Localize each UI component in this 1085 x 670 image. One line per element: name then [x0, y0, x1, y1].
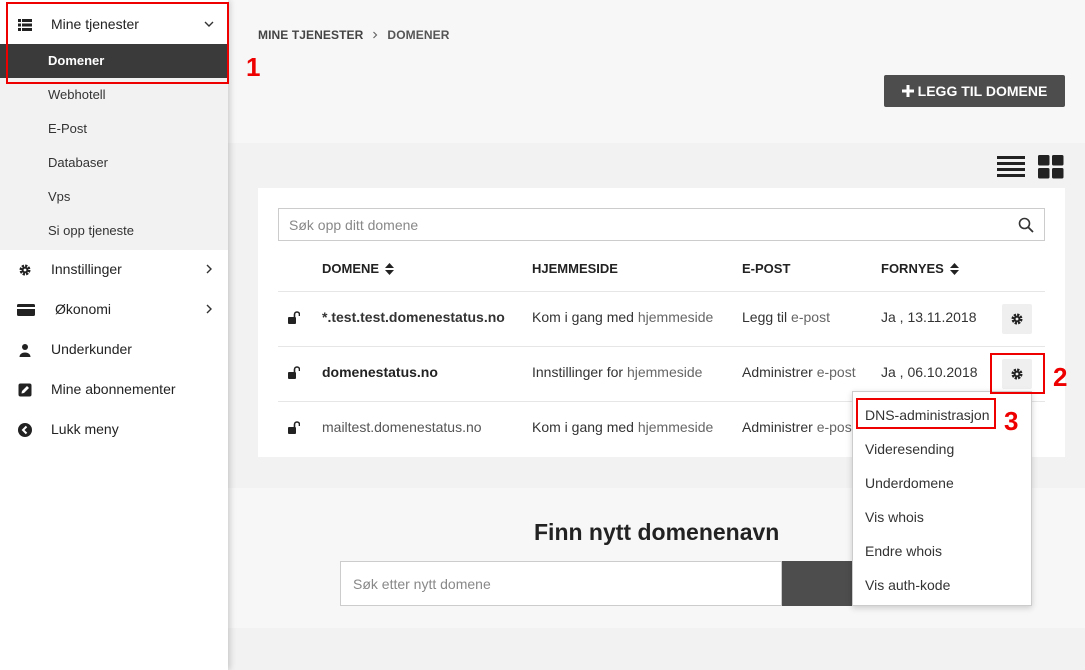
breadcrumb-root[interactable]: MINE TJENESTER — [258, 28, 363, 42]
header-area: MINE TJENESTER DOMENER LEGG TIL DOMENE — [228, 0, 1085, 143]
table-row: *.test.test.domenestatus.no Kom i gang m… — [278, 291, 1045, 346]
annotation-number-3: 3 — [1004, 406, 1019, 436]
dropdown-item-videresending[interactable]: Videresending — [865, 441, 954, 457]
domain-search-input[interactable]: Søk opp ditt domene — [278, 208, 1045, 241]
email-cell[interactable]: Administrer e-pos — [742, 419, 852, 435]
header-fornyes[interactable]: FORNYES — [881, 261, 959, 276]
annotation-number-1: 1 — [246, 52, 261, 82]
sidebar: Mine tjenester Domener Webhotell E-Post … — [0, 0, 228, 670]
homepage-cell[interactable]: Kom i gang med hjemmeside — [532, 309, 713, 325]
renew-cell: Ja , 13.11.2018 — [881, 309, 977, 325]
annotation-number-2: 2 — [1053, 362, 1068, 392]
menu-underkunder[interactable]: Underkunder — [0, 329, 228, 369]
email-cell[interactable]: Legg til e-post — [742, 309, 830, 325]
add-domain-button[interactable]: LEGG TIL DOMENE — [884, 75, 1065, 107]
chevron-right-icon — [373, 31, 378, 39]
header-domene[interactable]: DOMENE — [322, 261, 395, 276]
renew-cell: Ja , 06.10.2018 — [881, 364, 978, 380]
chevron-circle-left-icon — [18, 423, 32, 437]
domain-name[interactable]: *.test.test.domenestatus.no — [322, 309, 505, 325]
sort-icon — [385, 262, 395, 275]
breadcrumb-current: DOMENER — [387, 28, 450, 42]
homepage-cell[interactable]: Innstillinger for hjemmeside — [532, 364, 702, 380]
plus-icon — [901, 85, 914, 97]
menu-okonomi[interactable]: Økonomi — [0, 289, 228, 329]
annotation-box-3 — [856, 398, 996, 429]
annotation-box-2 — [990, 353, 1045, 394]
edit-icon — [18, 383, 32, 397]
chevron-right-icon — [206, 264, 212, 274]
unlock-icon — [288, 311, 300, 324]
grid-view-icon[interactable] — [1038, 155, 1064, 179]
dropdown-item-underdomene[interactable]: Underdomene — [865, 475, 954, 491]
unlock-icon — [288, 366, 300, 379]
domain-name[interactable]: mailtest.domenestatus.no — [322, 419, 482, 435]
sort-icon — [949, 262, 959, 275]
credit-card-icon — [17, 304, 35, 316]
unlock-icon — [288, 421, 300, 434]
find-domain-input[interactable]: Søk etter nytt domene — [340, 561, 782, 606]
breadcrumb: MINE TJENESTER DOMENER — [258, 28, 449, 42]
dropdown-item-vis-whois[interactable]: Vis whois — [865, 509, 924, 525]
find-domain-title: Finn nytt domenenavn — [534, 519, 780, 545]
sidebar-item-epost[interactable]: E-Post — [0, 112, 228, 146]
menu-innstillinger[interactable]: Innstillinger — [0, 249, 228, 289]
menu-abonnementer[interactable]: Mine abonnementer — [0, 369, 228, 409]
dropdown-item-auth-kode[interactable]: Vis auth-kode — [865, 577, 950, 593]
sidebar-item-databaser[interactable]: Databaser — [0, 146, 228, 180]
dropdown-item-endre-whois[interactable]: Endre whois — [865, 543, 942, 559]
row-settings-button[interactable] — [1002, 304, 1032, 334]
user-icon — [19, 344, 31, 357]
gear-icon — [19, 264, 31, 276]
search-icon[interactable] — [1018, 217, 1034, 233]
header-epost: E-POST — [742, 261, 791, 276]
sidebar-item-vps[interactable]: Vps — [0, 180, 228, 214]
email-cell[interactable]: Administrer e-post — [742, 364, 856, 380]
homepage-cell[interactable]: Kom i gang med hjemmeside — [532, 419, 713, 435]
header-hjemmeside: HJEMMESIDE — [532, 261, 618, 276]
chevron-right-icon — [206, 304, 212, 314]
list-view-icon[interactable] — [997, 156, 1025, 178]
domain-name[interactable]: domenestatus.no — [322, 364, 438, 380]
menu-lukk[interactable]: Lukk meny — [0, 409, 228, 449]
sidebar-item-si-opp[interactable]: Si opp tjeneste — [0, 214, 228, 248]
gear-icon — [1011, 313, 1023, 325]
annotation-box-1 — [6, 2, 229, 84]
